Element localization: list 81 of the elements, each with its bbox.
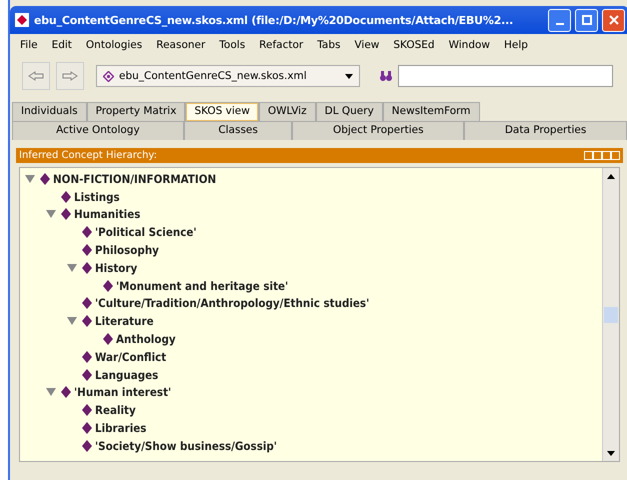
diamond-icon: [103, 280, 113, 292]
menu-item[interactable]: Tools: [213, 37, 252, 53]
scroll-down-icon[interactable]: [607, 450, 615, 456]
expand-toggle[interactable]: [45, 387, 57, 398]
panel-title: Inferred Concept Hierarchy:: [19, 150, 158, 161]
menu-item[interactable]: Window: [442, 37, 496, 53]
menu-item[interactable]: SKOSEd: [387, 37, 441, 53]
diamond-icon: [103, 70, 114, 82]
scrollbar[interactable]: [602, 168, 619, 461]
diamond-icon: [82, 262, 92, 274]
tab[interactable]: Classes: [184, 121, 292, 140]
expand-toggle[interactable]: [66, 316, 78, 326]
diamond-icon: [61, 190, 71, 203]
concept-label[interactable]: Languages: [95, 368, 158, 382]
back-button[interactable]: [22, 62, 50, 90]
diamond-icon: [61, 386, 71, 398]
scroll-thumb[interactable]: [604, 306, 618, 322]
menu-item[interactable]: Edit: [46, 37, 78, 53]
forward-button[interactable]: [56, 62, 84, 90]
concept-label[interactable]: 'Human interest': [74, 385, 172, 400]
tab[interactable]: Individuals: [12, 102, 87, 121]
diamond-icon: [61, 208, 71, 220]
concept-label[interactable]: Humanities: [74, 207, 140, 222]
menu-item[interactable]: Refactor: [253, 37, 310, 53]
tab[interactable]: OWLViz: [258, 102, 316, 121]
diamond-icon: [82, 422, 92, 434]
concept-label[interactable]: Listings: [74, 190, 120, 204]
tab[interactable]: NewsItemForm: [382, 102, 480, 121]
maximize-button[interactable]: [575, 8, 598, 32]
concept-label[interactable]: NON-FICTION/INFORMATION: [53, 172, 216, 186]
tab[interactable]: Object Properties: [292, 121, 464, 140]
menu-item[interactable]: File: [14, 37, 44, 53]
expand-toggle[interactable]: [66, 262, 78, 273]
diamond-icon: [82, 368, 92, 381]
close-button[interactable]: [602, 8, 625, 32]
scroll-up-icon[interactable]: [607, 174, 615, 178]
diamond-icon: [82, 440, 92, 452]
maximize-icon: [582, 15, 592, 25]
forward-arrow-icon: [62, 71, 78, 81]
app-icon: [14, 12, 30, 28]
menu-item[interactable]: Help: [498, 37, 534, 53]
concept-label[interactable]: 'Society/Show business/Gossip': [95, 438, 277, 453]
tab[interactable]: Property Matrix: [86, 102, 186, 121]
menu-item[interactable]: View: [348, 37, 386, 53]
dropdown-caret-icon: [345, 74, 353, 78]
tab[interactable]: Data Properties: [464, 121, 627, 140]
menu-item[interactable]: Tabs: [311, 37, 346, 53]
tab[interactable]: Active Ontology: [12, 121, 184, 140]
diamond-icon: [82, 404, 92, 416]
diamond-icon: [82, 315, 92, 328]
diamond-icon: [40, 172, 50, 185]
tab[interactable]: DL Query: [316, 102, 383, 121]
diamond-icon: [103, 333, 113, 346]
binoculars-icon: [380, 70, 392, 82]
window-title: ebu_ContentGenreCS_new.skos.xml (file:/D:/My%20Documents/Attach/EBU%2...: [34, 14, 514, 26]
search-field[interactable]: [398, 65, 613, 87]
back-arrow-icon: [28, 71, 44, 81]
concept-label[interactable]: 'Culture/Tradition/Anthropology/Ethnic studies': [95, 296, 370, 310]
expand-toggle[interactable]: [24, 174, 36, 184]
diamond-icon: [82, 350, 92, 363]
ontology-dropdown[interactable]: ebu_ContentGenreCS_new.skos.xml: [96, 65, 360, 87]
concept-label[interactable]: Libraries: [95, 421, 146, 436]
concept-label[interactable]: Philosophy: [95, 243, 159, 258]
concept-label[interactable]: History: [95, 260, 138, 275]
diamond-icon: [82, 226, 92, 238]
concept-label[interactable]: Reality: [95, 403, 136, 418]
diamond-icon: [82, 244, 92, 256]
close-icon: [608, 15, 618, 25]
minimize-icon: [556, 23, 564, 25]
concept-label[interactable]: Anthology: [116, 332, 176, 346]
concept-label[interactable]: War/Conflict: [95, 350, 166, 364]
concept-label[interactable]: 'Monument and heritage site': [116, 278, 288, 293]
concept-label[interactable]: Literature: [95, 314, 154, 328]
minimize-button[interactable]: [548, 8, 571, 32]
diamond-icon: [82, 297, 92, 310]
panel-controls-icon[interactable]: [584, 151, 620, 160]
concept-label[interactable]: 'Political Science': [95, 225, 197, 240]
menu-item[interactable]: Ontologies: [80, 37, 148, 53]
expand-toggle[interactable]: [45, 209, 57, 220]
menu-item[interactable]: Reasoner: [150, 37, 212, 53]
tab[interactable]: SKOS view: [185, 102, 259, 121]
